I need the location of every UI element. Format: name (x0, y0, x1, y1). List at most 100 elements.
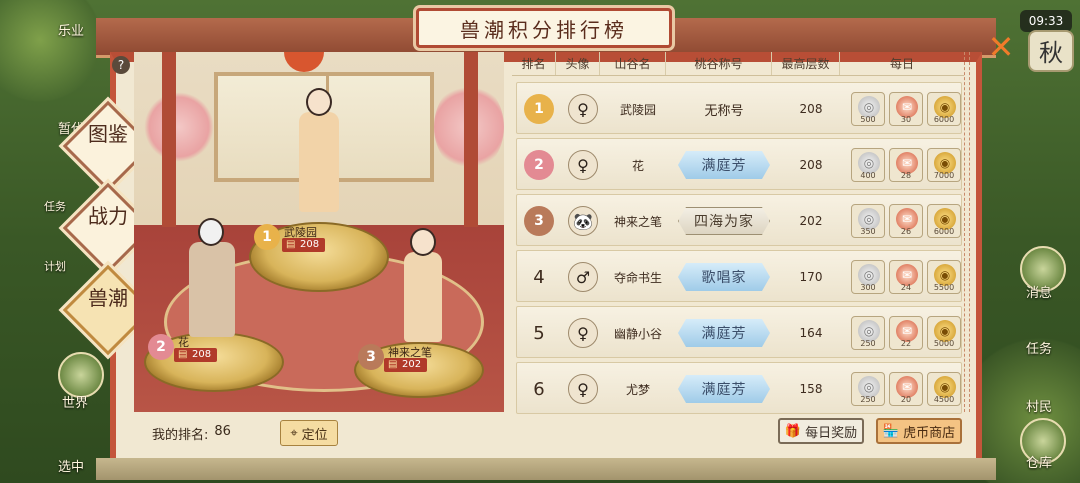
valley-name: 夺命书生 (613, 270, 662, 285)
rank-medal-icon: 2 (524, 150, 554, 180)
reward-item[interactable]: ◉ 7000 (927, 148, 961, 182)
avatar[interactable]: ♀ (568, 94, 598, 124)
hud-label-task-right[interactable]: 任务 (1026, 338, 1052, 357)
avatar[interactable]: ♂ (568, 262, 598, 292)
shop-label: 虎币商店 (903, 425, 956, 441)
podium-stage: 1 武陵园 208 2 花 208 3 神来之笔 202 (134, 52, 504, 412)
reward-item[interactable]: ◎ 500 (851, 92, 885, 126)
reward-item[interactable]: ✉ 26 (889, 204, 923, 238)
reward-quantity: 22 (900, 339, 912, 348)
hud-label-villager[interactable]: 村民 (1026, 396, 1052, 415)
reward-item[interactable]: ◉ 4500 (927, 372, 961, 406)
avatar-cell: ♀ (561, 83, 605, 135)
hud-label-plan[interactable]: 计划 (44, 258, 66, 274)
gift-icon: 🎁 (784, 423, 802, 439)
valley-title-badge: 满庭芳 (678, 375, 770, 403)
title-cell: 满庭芳 (671, 307, 777, 359)
reward-item[interactable]: ◉ 5500 (927, 260, 961, 294)
hud-label-world[interactable]: 世界 (62, 392, 88, 411)
reward-quantity: 24 (900, 283, 912, 292)
my-rank-label: 我的排名: (152, 428, 209, 443)
table-row[interactable]: 5 ♀ 幽静小谷 满庭芳 164 ◎ 250 ✉ 22 ◉ 5000 (516, 306, 962, 358)
reward-quantity: 6000 (933, 115, 955, 124)
valley-title-badge: 无称号 (704, 103, 744, 119)
title-cell: 歌唱家 (671, 251, 777, 303)
title-cell: 四海为家 (671, 195, 777, 247)
reward-item[interactable]: ◎ 250 (851, 316, 885, 350)
hud-label-warehouse[interactable]: 仓库 (1026, 452, 1052, 471)
reward-quantity: 250 (860, 339, 876, 348)
rank-medal-icon: 3 (524, 206, 554, 236)
max-floor: 164 (799, 326, 823, 340)
shop-icon: 🏪 (882, 423, 900, 439)
reward-quantity: 30 (900, 115, 912, 124)
help-icon[interactable]: ? (112, 56, 130, 74)
table-row[interactable]: 4 ♂ 夺命书生 歌唱家 170 ◎ 300 ✉ 24 ◉ 5500 (516, 250, 962, 302)
reward-item[interactable]: ◎ 300 (851, 260, 885, 294)
max-floor: 208 (799, 102, 823, 116)
reward-item[interactable]: ✉ 22 (889, 316, 923, 350)
max-floor: 202 (799, 214, 823, 228)
hud-label-leye[interactable]: 乐业 (58, 20, 84, 39)
table-row[interactable]: 6 ♀ 尤梦 满庭芳 158 ◎ 250 ✉ 20 ◉ 4500 (516, 362, 962, 414)
season-badge[interactable]: 秋 (1028, 30, 1074, 72)
hud-label-selected[interactable]: 选中 (58, 456, 84, 475)
title-cell: 无称号 (671, 83, 777, 135)
podium-score-second: 208 (174, 348, 218, 362)
tiger-coin-shop-button[interactable]: 🏪 虎币商店 (876, 418, 962, 444)
header-valley-name: 山谷名 (600, 52, 666, 75)
character-third[interactable] (404, 252, 442, 342)
tab-label-power[interactable]: 战力 (88, 204, 128, 228)
reward-item[interactable]: ✉ 30 (889, 92, 923, 126)
daily-reward-button[interactable]: 🎁 每日奖励 (778, 418, 864, 444)
reward-quantity: 5500 (933, 283, 955, 292)
lantern-decoration (284, 52, 324, 72)
podium-score-third: 202 (384, 358, 428, 372)
avatar[interactable]: ♀ (568, 318, 598, 348)
locate-button[interactable]: ⌖ 定位 (280, 420, 338, 446)
rank-cell: 1 (517, 83, 561, 135)
tab-label-beast-tide[interactable]: 兽潮 (88, 286, 128, 310)
table-row[interactable]: 1 ♀ 武陵园 无称号 208 ◎ 500 ✉ 30 ◉ 6000 (516, 82, 962, 134)
reward-item[interactable]: ◉ 5000 (927, 316, 961, 350)
tab-label-collection[interactable]: 图鉴 (88, 122, 128, 146)
title-cell: 满庭芳 (671, 139, 777, 191)
reward-quantity: 6000 (933, 227, 955, 236)
hud-label-message[interactable]: 消息 (1026, 282, 1052, 301)
location-pin-icon: ⌖ (290, 425, 298, 441)
table-header: 排名 头像 山谷名 桃谷称号 最高层数 每日 (512, 52, 964, 76)
character-first[interactable] (299, 112, 339, 212)
reward-item[interactable]: ◎ 400 (851, 148, 885, 182)
avatar[interactable]: ♀ (568, 150, 598, 180)
rank-cell: 5 (517, 307, 561, 359)
reward-item[interactable]: ◉ 6000 (927, 92, 961, 126)
my-rank-value: 86 (214, 424, 231, 439)
reward-item[interactable]: ✉ 20 (889, 372, 923, 406)
reward-quantity: 4500 (933, 395, 955, 404)
reward-quantity: 300 (860, 283, 876, 292)
rank-number: 4 (533, 266, 545, 288)
avatar[interactable]: ♀ (568, 374, 598, 404)
podium-score-first: 208 (282, 238, 326, 252)
reward-quantity: 28 (900, 171, 912, 180)
reward-item[interactable]: ◎ 250 (851, 372, 885, 406)
reward-item[interactable]: ✉ 24 (889, 260, 923, 294)
table-row[interactable]: 2 ♀ 花 满庭芳 208 ◎ 400 ✉ 28 ◉ 7000 (516, 138, 962, 190)
reward-item[interactable]: ◎ 350 (851, 204, 885, 238)
rank-cell: 4 (517, 251, 561, 303)
character-second[interactable] (189, 242, 235, 337)
reward-quantity: 26 (900, 227, 912, 236)
reward-item[interactable]: ✉ 28 (889, 148, 923, 182)
table-row[interactable]: 3 🐼 神来之笔 四海为家 202 ◎ 350 ✉ 26 ◉ 6000 (516, 194, 962, 246)
header-rank: 排名 (512, 52, 556, 75)
avatar[interactable]: 🐼 (568, 206, 598, 236)
header-avatar: 头像 (556, 52, 600, 75)
right-hud: 09:33 秋 消息 任务 村民 仓库 (990, 0, 1080, 483)
close-icon[interactable]: ✕ (986, 31, 1016, 63)
hud-label-task[interactable]: 任务 (44, 198, 66, 214)
scrollbar[interactable] (964, 52, 970, 412)
character-second-head (198, 218, 224, 246)
max-floor: 208 (799, 158, 823, 172)
reward-item[interactable]: ◉ 6000 (927, 204, 961, 238)
reward-quantity: 7000 (933, 171, 955, 180)
